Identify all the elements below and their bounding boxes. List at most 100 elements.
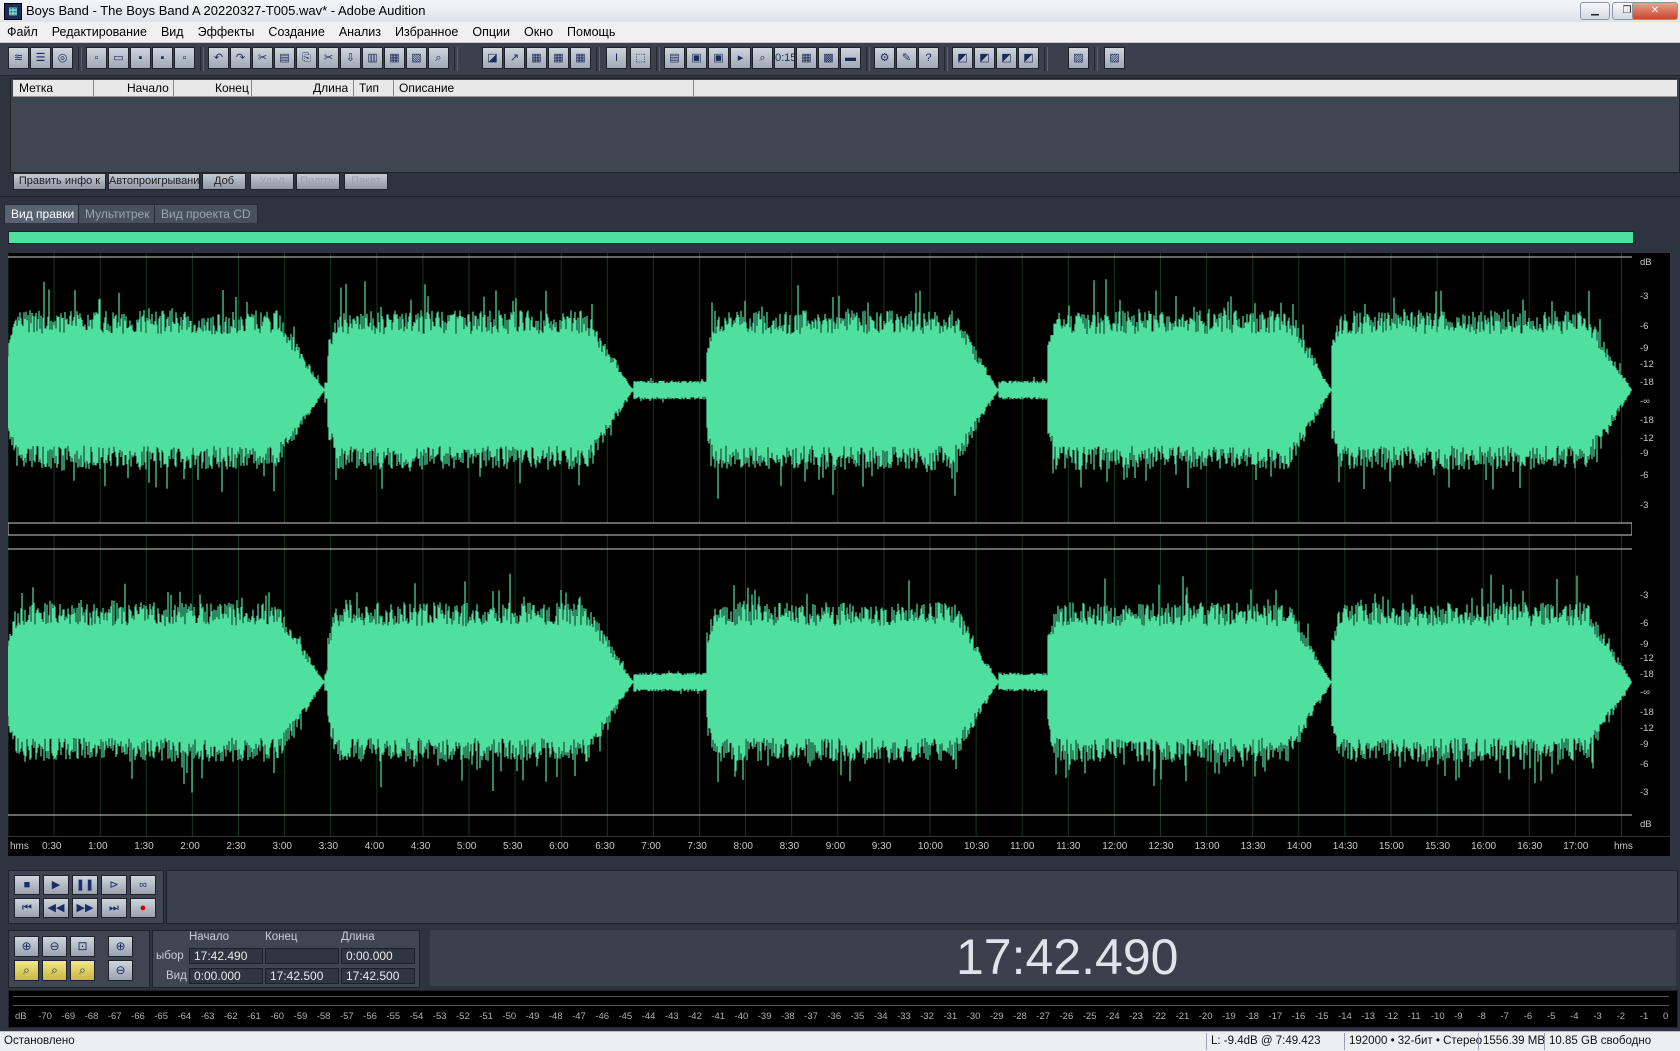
cue-list-icon[interactable]: ▤ (664, 47, 685, 69)
view-length-field[interactable]: 17:42.500 (341, 968, 415, 984)
fx2-icon[interactable]: ◩ (974, 47, 995, 69)
menu-effects[interactable]: Эффекты (191, 22, 262, 42)
time-window-icon[interactable]: 0:15 (774, 47, 795, 69)
overview-bar[interactable] (8, 231, 1634, 244)
fx1-icon[interactable]: ◩ (952, 47, 973, 69)
zoom-selection-icon[interactable]: ⌕ (70, 960, 95, 981)
menu-edit[interactable]: Редактирование (45, 22, 154, 42)
trim-icon[interactable]: ▧ (406, 47, 427, 69)
play-icon[interactable]: ▶ (43, 875, 69, 895)
new-file-icon[interactable]: ▫ (86, 47, 107, 69)
cue-col-label[interactable]: Метка (13, 80, 94, 96)
go-to-start-icon[interactable]: ⏮ (14, 898, 40, 918)
rewind-icon[interactable]: ◀◀ (43, 898, 69, 918)
help-icon[interactable]: ? (918, 47, 939, 69)
zoom-full-icon[interactable]: ⊡ (70, 936, 95, 957)
tools-icon[interactable]: ✎ (896, 47, 917, 69)
paste-new-icon[interactable]: ▥ (362, 47, 383, 69)
zoom-to-right-icon[interactable]: ⌕ (42, 960, 67, 981)
menu-favorites[interactable]: Избранное (388, 22, 465, 42)
info-icon[interactable]: ▣ (686, 47, 707, 69)
cut-icon[interactable]: ✂ (318, 47, 339, 69)
menu-file[interactable]: Файл (0, 22, 45, 42)
channel-separator (7, 522, 1633, 536)
zoom-panel: ⊕ ⊖ ⊡ ⊕ ⌕ ⌕ ⌕ ⊖ (8, 930, 150, 988)
settings-icon[interactable]: ⚙ (874, 47, 895, 69)
multitrack-view-icon[interactable]: ☰ (30, 47, 51, 69)
undo-icon[interactable]: ↶ (208, 47, 229, 69)
play-list-icon[interactable]: ▸ (730, 47, 751, 69)
cue-col-start[interactable]: Начало (93, 80, 174, 96)
fast-forward-icon[interactable]: ▶▶ (72, 898, 98, 918)
autoplay-button[interactable]: Автопроигрывани (108, 173, 200, 190)
delete-cue-button[interactable]: Удал (250, 173, 294, 190)
zoom-in-vertical-icon[interactable]: ⊕ (108, 936, 133, 957)
envelope-icon[interactable]: ◪ (482, 47, 503, 69)
go-to-end-icon[interactable]: ⏭ (101, 898, 127, 918)
level-window-icon[interactable]: ▬ (840, 47, 861, 69)
selection-end-field[interactable] (265, 948, 339, 964)
cue-col-end[interactable]: Конец (173, 80, 252, 96)
time-selection-tool-icon[interactable]: I (606, 47, 627, 69)
menu-window[interactable]: Окно (517, 22, 560, 42)
cd-view-icon[interactable]: ◎ (52, 47, 73, 69)
record-icon[interactable]: ● (130, 898, 156, 918)
cue-col-type[interactable]: Тип (353, 80, 394, 96)
time-ruler[interactable]: hms 0:30 1:00 1:30 2:00 2:30 3:00 3:30 4:00 4:30 5… (8, 836, 1670, 856)
save-as-icon[interactable]: ▪ (152, 47, 173, 69)
grid-icon[interactable]: ▦ (526, 47, 547, 69)
tab-edit-view[interactable]: Вид правки (4, 204, 82, 223)
fx3-icon[interactable]: ◩ (996, 47, 1017, 69)
tab-multitrack[interactable]: Мультитрек (78, 204, 157, 223)
paste-icon[interactable]: ⇩ (340, 47, 361, 69)
save-icon[interactable]: ▪ (130, 47, 151, 69)
fx4-icon[interactable]: ◩ (1018, 47, 1039, 69)
menu-options[interactable]: Опции (465, 22, 517, 42)
menu-view[interactable]: Вид (154, 22, 191, 42)
tab-cd-project[interactable]: Вид проекта CD (154, 204, 258, 223)
view-start-field[interactable]: 0:00.000 (189, 968, 263, 984)
edit-cue-info-button[interactable]: Править инфо к (13, 173, 106, 190)
color-window-icon[interactable]: ▩ (818, 47, 839, 69)
save-all-icon[interactable]: ▫ (174, 47, 195, 69)
grid2-icon[interactable]: ▦ (548, 47, 569, 69)
copy-new-icon[interactable]: ▤ (274, 47, 295, 69)
zoom-in-horizontal-icon[interactable]: ⊕ (14, 936, 39, 957)
bend-icon[interactable]: ↗ (504, 47, 525, 69)
close-button[interactable]: ✕ (1632, 2, 1678, 20)
menu-generate[interactable]: Создание (261, 22, 331, 42)
spectral-icon[interactable]: ▨ (1104, 47, 1125, 69)
selection-length-field[interactable]: 0:00.000 (341, 948, 415, 964)
zoom-window-icon[interactable]: ⌕ (752, 47, 773, 69)
pause-icon[interactable]: ❚❚ (72, 875, 98, 895)
minimize-button[interactable]: ▁ (1580, 2, 1610, 20)
grid3-icon[interactable]: ▦ (570, 47, 591, 69)
open-file-icon[interactable]: ▭ (108, 47, 129, 69)
find-icon[interactable]: ⌕ (428, 47, 449, 69)
cue-col-description[interactable]: Описание (393, 80, 694, 96)
selection-start-field[interactable]: 17:42.490 (189, 948, 263, 964)
zoom-out-vertical-icon[interactable]: ⊖ (108, 960, 133, 981)
grid-window-icon[interactable]: ▦ (796, 47, 817, 69)
add-cue-button[interactable]: Доб (202, 173, 246, 190)
batch-button[interactable]: Пакет (344, 173, 388, 190)
analysis-icon[interactable]: ▨ (1068, 47, 1089, 69)
waveform-display[interactable] (7, 253, 1633, 836)
cue-col-length[interactable]: Длина (251, 80, 354, 96)
zoom-out-horizontal-icon[interactable]: ⊖ (42, 936, 67, 957)
view-end-field[interactable]: 17:42.500 (265, 968, 339, 984)
stop-icon[interactable]: ■ (14, 875, 40, 895)
edit-view-icon[interactable]: ≋ (8, 47, 29, 69)
redo-icon[interactable]: ↷ (230, 47, 251, 69)
play-to-end-icon[interactable]: ⊳ (101, 875, 127, 895)
menu-help[interactable]: Помощь (560, 22, 622, 42)
frequency-icon[interactable]: ▣ (708, 47, 729, 69)
zoom-to-left-icon[interactable]: ⌕ (14, 960, 39, 981)
copy-icon[interactable]: ⎘ (296, 47, 317, 69)
load-cue-button[interactable]: Подгру (296, 173, 340, 190)
mix-paste-icon[interactable]: ▦ (384, 47, 405, 69)
menu-analyze[interactable]: Анализ (332, 22, 388, 42)
loop-icon[interactable]: ∞ (130, 875, 156, 895)
marquee-tool-icon[interactable]: ⬚ (630, 47, 651, 69)
repeat-icon[interactable]: ✂ (252, 47, 273, 69)
